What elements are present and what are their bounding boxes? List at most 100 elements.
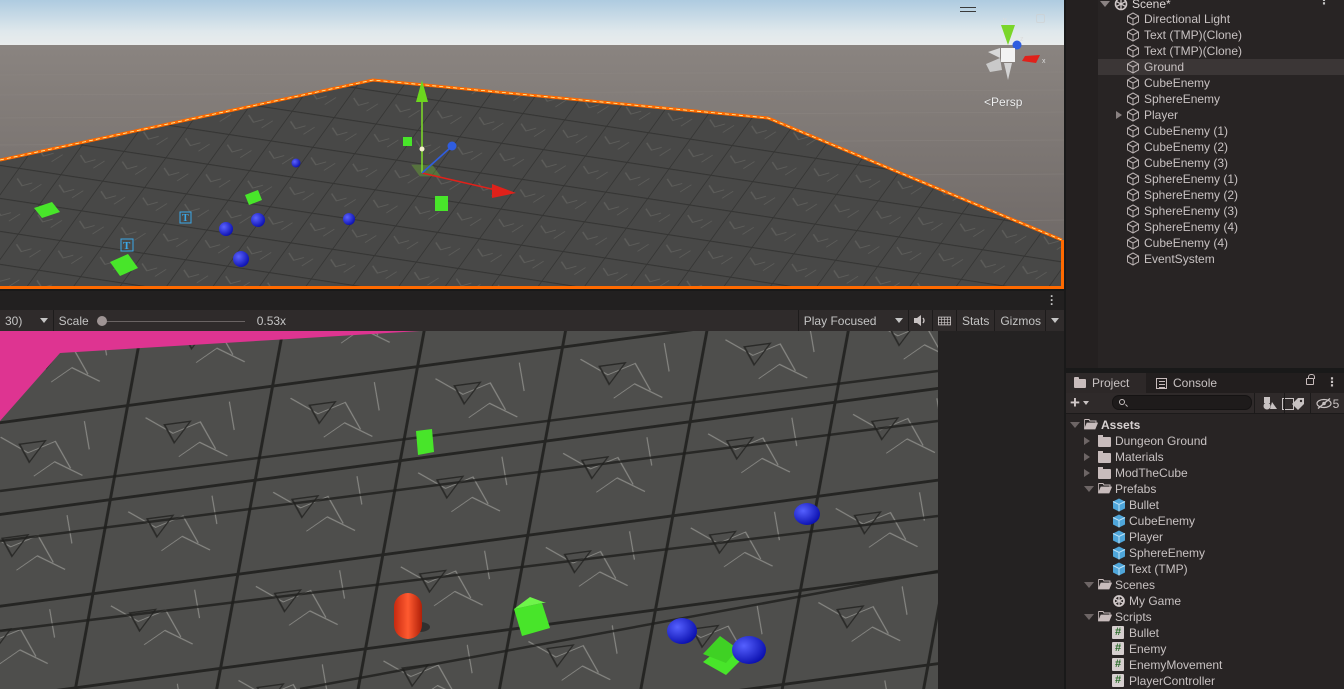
project-item-label: Prefabs: [1115, 482, 1157, 496]
project-tree-item[interactable]: Prefabs: [1066, 481, 1344, 497]
expand-down-icon[interactable]: [1084, 614, 1094, 620]
gameobject-icon: [1126, 236, 1140, 250]
hierarchy-item[interactable]: EventSystem: [1098, 251, 1344, 267]
projection-toggle[interactable]: <Persp: [984, 95, 1022, 109]
project-tree-item[interactable]: ModTheCube: [1066, 465, 1344, 481]
expand-down-icon[interactable]: [1084, 486, 1094, 492]
project-item-label: Bullet: [1129, 498, 1160, 512]
project-tree-item[interactable]: # Bullet: [1066, 625, 1344, 641]
gameobject-icon: [1126, 124, 1140, 138]
project-search[interactable]: [1112, 395, 1294, 410]
hierarchy-item[interactable]: Player: [1098, 107, 1344, 123]
project-item-label: Scenes: [1115, 578, 1156, 592]
hierarchy-item[interactable]: SphereEnemy (4): [1098, 219, 1344, 235]
game-viewport[interactable]: [0, 331, 938, 689]
project-tree-item[interactable]: Text (TMP): [1066, 561, 1344, 577]
sphere-enemy: [233, 251, 249, 267]
hidden-packages-toggle[interactable]: 5: [1310, 393, 1344, 414]
game-view[interactable]: [0, 331, 938, 689]
project-tree-item[interactable]: CubeEnemy: [1066, 513, 1344, 529]
aspect-ratio-dropdown[interactable]: 30): [0, 310, 54, 331]
play-mode-dropdown[interactable]: Play Focused: [797, 310, 909, 331]
hierarchy-item[interactable]: SphereEnemy (2): [1098, 187, 1344, 203]
unity-scene-icon: [1114, 0, 1128, 11]
hierarchy-item[interactable]: CubeEnemy (3): [1098, 155, 1344, 171]
scale-slider[interactable]: [96, 315, 245, 326]
project-tree-item[interactable]: # Enemy: [1066, 641, 1344, 657]
csharp-script-icon: #: [1112, 626, 1124, 639]
project-tree-item[interactable]: # PlayerController: [1066, 673, 1344, 689]
csharp-script-icon: #: [1112, 642, 1124, 655]
expand-down-icon[interactable]: [1070, 422, 1080, 428]
expand-arrow-icon[interactable]: [1116, 111, 1122, 119]
gizmo-y-label: y: [1003, 17, 1007, 24]
project-tree-item[interactable]: Materials: [1066, 449, 1344, 465]
project-tree-item[interactable]: Scenes: [1066, 577, 1344, 593]
scene-view[interactable]: T T y z x <Persp: [0, 0, 1064, 289]
gizmos-dropdown[interactable]: [1046, 310, 1064, 331]
hierarchy-item[interactable]: Text (TMP)(Clone): [1098, 27, 1344, 43]
project-tree-item[interactable]: Scripts: [1066, 609, 1344, 625]
project-tree-item[interactable]: Player: [1066, 529, 1344, 545]
create-asset-button[interactable]: +: [1070, 393, 1100, 412]
expand-down-icon[interactable]: [1084, 582, 1094, 588]
scene-viewport[interactable]: T T: [0, 0, 1064, 289]
project-item-label: Player: [1129, 530, 1164, 544]
stats-button[interactable]: Stats: [957, 310, 996, 331]
game-toolbar: 30) Scale 0.53x Play Focused Stats Gizmo…: [0, 310, 1064, 331]
gameobject-icon: [1126, 76, 1140, 90]
scene-menu-icon[interactable]: ⋮: [1318, 0, 1330, 7]
gameobject-icon: [1126, 108, 1140, 122]
tab-project[interactable]: Project: [1066, 373, 1146, 393]
hierarchy-item[interactable]: CubeEnemy (1): [1098, 123, 1344, 139]
aspect-ratio-value: 30): [5, 313, 23, 328]
keyboard-shortcuts-button[interactable]: [933, 310, 957, 331]
prefab-icon: [1112, 514, 1126, 528]
hierarchy-item[interactable]: SphereEnemy (3): [1098, 203, 1344, 219]
project-item-label: SphereEnemy: [1129, 546, 1206, 560]
project-tree-item[interactable]: # EnemyMovement: [1066, 657, 1344, 673]
search-input[interactable]: [1129, 396, 1229, 409]
panel-menu-icon[interactable]: ⋮: [1326, 375, 1338, 389]
project-item-label: Scripts: [1115, 610, 1152, 624]
game-view-menu-icon[interactable]: · · ·: [1050, 290, 1054, 310]
hierarchy-item[interactable]: SphereEnemy: [1098, 91, 1344, 107]
mute-audio-button[interactable]: [909, 310, 933, 331]
project-tree-item[interactable]: Bullet: [1066, 497, 1344, 513]
hierarchy-item-label: SphereEnemy (1): [1144, 172, 1239, 186]
gizmos-toggle[interactable]: Gizmos: [995, 310, 1046, 331]
folder-icon: [1098, 467, 1111, 479]
gizmo-lock-icon[interactable]: [1036, 14, 1045, 23]
hierarchy-item[interactable]: CubeEnemy (4): [1098, 235, 1344, 251]
filter-by-type-button[interactable]: [1254, 393, 1284, 414]
expand-arrow-icon[interactable]: [1100, 1, 1110, 7]
gameobject-icon: [1126, 12, 1140, 26]
hierarchy-item[interactable]: Directional Light: [1098, 11, 1344, 27]
expand-right-icon[interactable]: [1084, 437, 1090, 445]
scene-hamburger-icon[interactable]: [960, 7, 976, 12]
tab-console[interactable]: Console: [1150, 373, 1217, 393]
project-item-label: Materials: [1115, 450, 1164, 464]
lock-icon[interactable]: [1306, 374, 1315, 385]
project-tree-item[interactable]: Assets: [1066, 417, 1344, 433]
project-tree-item[interactable]: My Game: [1066, 593, 1344, 609]
project-tree-item[interactable]: SphereEnemy: [1066, 545, 1344, 561]
filter-by-label-button[interactable]: [1284, 393, 1310, 414]
project-tree-item[interactable]: Dungeon Ground: [1066, 433, 1344, 449]
hierarchy-item-label: SphereEnemy (3): [1144, 204, 1239, 218]
hierarchy-panel: Scene* ⋮ Directional Light Text (TMP)(Clo…: [1066, 0, 1344, 368]
project-item-label: PlayerController: [1129, 674, 1216, 688]
hierarchy-item[interactable]: CubeEnemy: [1098, 75, 1344, 91]
hierarchy-item[interactable]: SphereEnemy (1): [1098, 171, 1344, 187]
sphere-enemy: [219, 222, 233, 236]
cube-enemy: [403, 137, 412, 146]
hierarchy-item[interactable]: Ground: [1098, 59, 1344, 75]
project-tree: Assets Dungeon Ground Materials ModTheCube P…: [1066, 417, 1344, 689]
hidden-count: 5: [1332, 396, 1340, 411]
expand-right-icon[interactable]: [1084, 469, 1090, 477]
scale-slider-thumb[interactable]: [96, 315, 107, 326]
expand-right-icon[interactable]: [1084, 453, 1090, 461]
hierarchy-item[interactable]: CubeEnemy (2): [1098, 139, 1344, 155]
hierarchy-item[interactable]: Text (TMP)(Clone): [1098, 43, 1344, 59]
chevron-left-icon: <: [984, 95, 992, 109]
